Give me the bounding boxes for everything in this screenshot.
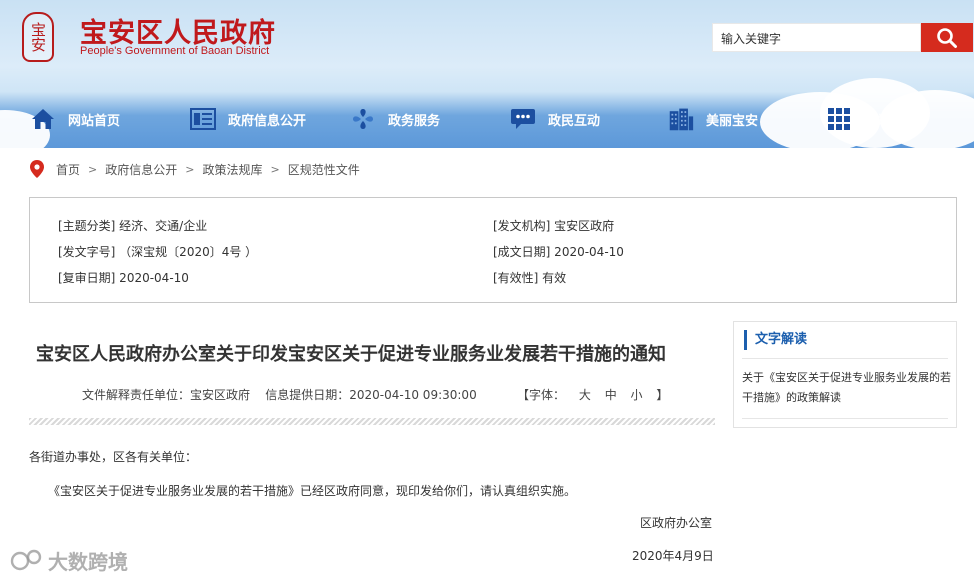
search-button[interactable] bbox=[921, 23, 973, 52]
nav-label: 政务服务 bbox=[388, 113, 441, 129]
watermark-text: 大数跨境 bbox=[48, 550, 128, 574]
breadcrumb-district-docs-link[interactable]: 区规范性文件 bbox=[288, 161, 360, 178]
font-size-label: 【字体： bbox=[517, 388, 566, 402]
article-title: 宝安区人民政府办公室关于印发宝安区关于促进专业服务业发展若干措施的通知 bbox=[36, 344, 666, 365]
breadcrumb-home-link[interactable]: 首页 bbox=[56, 161, 80, 178]
nav-item-sitemap[interactable]: 网站地图 bbox=[826, 100, 916, 138]
interpretation-sidebar: 文字解读 关于《宝安区关于促进专业服务业发展的若干措施》的政策解读 bbox=[733, 321, 957, 428]
article-signature: 区政府办公室 bbox=[640, 516, 713, 530]
article-divider bbox=[29, 418, 715, 425]
document-icon bbox=[190, 106, 216, 132]
search-icon bbox=[937, 27, 957, 48]
nav-label: 美丽宝安 bbox=[706, 113, 759, 129]
main-nav: 网站首页 政府信息公开 政务服务 政民互动 美丽宝安 网站地图 bbox=[0, 100, 974, 138]
sidebar-heading: 文字解读 bbox=[744, 330, 807, 350]
meta-doc-number: [发文字号] （深宝规〔2020〕4号 ） bbox=[58, 245, 258, 259]
nav-item-interaction[interactable]: 政民互动 bbox=[510, 100, 600, 138]
nav-label: 网站地图 bbox=[864, 113, 917, 129]
article-paragraph: 《宝安区关于促进专业服务业发展的若干措施》已经区政府同意，现印发给你们，请认真组… bbox=[48, 484, 577, 498]
building-icon bbox=[668, 106, 694, 132]
grid-icon bbox=[826, 106, 852, 132]
breadcrumb-separator: > bbox=[185, 162, 195, 176]
seal-text: 宝安 bbox=[29, 22, 47, 52]
article-info: 文件解释责任单位：宝安区政府 信息提供日期：2020-04-10 09:30:0… bbox=[82, 388, 477, 402]
chat-icon bbox=[510, 106, 536, 132]
font-size-close-bracket: 】 bbox=[656, 388, 669, 402]
government-seal-logo[interactable]: 宝安 bbox=[22, 12, 54, 62]
font-size-control: 【字体： 大 中 小 】 bbox=[512, 386, 673, 403]
breadcrumb-info-disclosure-link[interactable]: 政府信息公开 bbox=[105, 161, 177, 178]
site-subtitle: People's Government of Baoan District bbox=[80, 45, 270, 57]
location-pin-icon bbox=[30, 160, 44, 178]
service-icon bbox=[350, 106, 376, 132]
nav-label: 政府信息公开 bbox=[228, 113, 307, 129]
article-date: 2020年4月9日 bbox=[632, 549, 714, 563]
nav-item-info-disclosure[interactable]: 政府信息公开 bbox=[190, 100, 306, 138]
font-size-small[interactable]: 小 bbox=[631, 388, 643, 402]
sidebar-interpretation-link[interactable]: 关于《宝安区关于促进专业服务业发展的若干措施》的政策解读 bbox=[742, 368, 952, 408]
sidebar-divider bbox=[742, 418, 948, 419]
breadcrumb-separator: > bbox=[88, 162, 98, 176]
breadcrumb-policy-library-link[interactable]: 政策法规库 bbox=[202, 161, 262, 178]
site-header: 宝安 宝安区人民政府 People's Government of Baoan … bbox=[0, 0, 974, 148]
nav-item-services[interactable]: 政务服务 bbox=[350, 100, 440, 138]
meta-review-date: [复审日期] 2020-04-10 bbox=[58, 271, 189, 285]
watermark-logo-icon bbox=[10, 549, 42, 570]
home-icon bbox=[30, 106, 56, 132]
breadcrumb: 首页 > 政府信息公开 > 政策法规库 > 区规范性文件 bbox=[30, 158, 360, 180]
search-input[interactable]: 输入关键字 bbox=[712, 23, 921, 52]
breadcrumb-separator: > bbox=[270, 162, 280, 176]
nav-label: 网站首页 bbox=[68, 113, 121, 129]
watermark: 大数跨境 bbox=[10, 546, 128, 575]
nav-label: 政民互动 bbox=[548, 113, 601, 129]
nav-item-beautiful-baoan[interactable]: 美丽宝安 bbox=[668, 100, 758, 138]
meta-created-date: [成文日期] 2020-04-10 bbox=[493, 245, 624, 259]
meta-topic: [主题分类] 经济、交通/企业 bbox=[58, 219, 208, 233]
meta-validity: [有效性] 有效 bbox=[493, 271, 567, 285]
nav-item-home[interactable]: 网站首页 bbox=[30, 100, 120, 138]
sidebar-divider bbox=[742, 358, 948, 359]
document-meta-box: [主题分类] 经济、交通/企业 [发文机构] 宝安区政府 [发文字号] （深宝规… bbox=[29, 197, 957, 303]
font-size-large[interactable]: 大 bbox=[579, 388, 591, 402]
article-salutation: 各街道办事处，区各有关单位： bbox=[29, 450, 198, 464]
meta-issuer: [发文机构] 宝安区政府 bbox=[493, 219, 615, 233]
font-size-medium[interactable]: 中 bbox=[605, 388, 617, 402]
